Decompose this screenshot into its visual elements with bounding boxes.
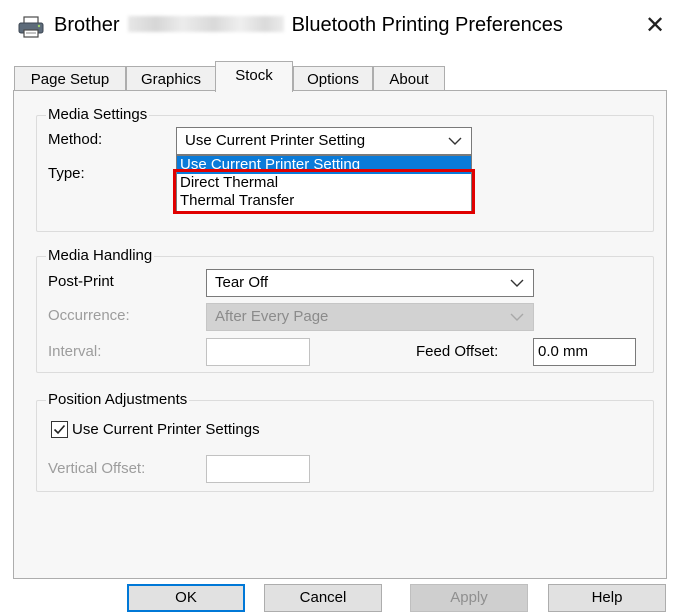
ok-button[interactable]: OK [127,584,245,612]
title-bar: Brother Bluetooth Printing Preferences ✕ [0,0,673,56]
chevron-down-icon [510,279,524,287]
tab-stock[interactable]: Stock [215,61,293,92]
interval-label: Interval: [48,343,102,360]
post-print-combo-value: Tear Off [215,274,269,291]
window-title-suffix: Bluetooth Printing Preferences [291,14,563,36]
occurrence-combo-value: After Every Page [215,308,329,325]
position-adjustments-group [36,400,654,492]
tab-page-setup[interactable]: Page Setup [14,66,126,91]
method-combo-value: Use Current Printer Setting [185,132,366,149]
chevron-down-icon [448,137,462,145]
vertical-offset-input[interactable] [206,455,310,483]
cancel-button[interactable]: Cancel [264,584,382,612]
use-current-printer-settings-label[interactable]: Use Current Printer Settings [72,421,260,439]
red-highlight-box [173,169,475,214]
apply-button[interactable]: Apply [410,584,528,612]
tab-about[interactable]: About [373,66,445,91]
interval-input[interactable] [206,338,310,366]
close-button[interactable]: ✕ [640,11,670,41]
close-icon: ✕ [644,12,666,39]
printer-icon [18,16,44,38]
method-label: Method: [48,131,103,148]
position-adjustments-legend: Position Adjustments [46,391,190,409]
occurrence-label: Occurrence: [48,307,130,324]
type-label: Type: [48,165,85,182]
feed-offset-label: Feed Offset: [416,343,499,360]
vertical-offset-label: Vertical Offset: [48,460,146,477]
help-button[interactable]: Help [548,584,666,612]
window-title: Brother Bluetooth Printing Preferences [54,14,563,37]
tab-graphics[interactable]: Graphics [126,66,216,91]
redacted-model-name [127,16,284,32]
window-title-prefix: Brother [54,14,120,36]
method-combo[interactable]: Use Current Printer Setting [176,127,472,155]
post-print-label: Post-Print [48,273,114,290]
post-print-combo[interactable]: Tear Off [206,269,534,297]
checkmark-icon [53,424,66,435]
feed-offset-input[interactable]: 0.0 mm [533,338,636,366]
occurrence-combo[interactable]: After Every Page [206,303,534,331]
media-handling-legend: Media Handling [46,247,155,265]
use-current-printer-settings-checkbox[interactable] [51,421,68,438]
chevron-down-icon [510,313,524,321]
media-settings-legend: Media Settings [46,106,150,124]
tab-options[interactable]: Options [293,66,373,91]
